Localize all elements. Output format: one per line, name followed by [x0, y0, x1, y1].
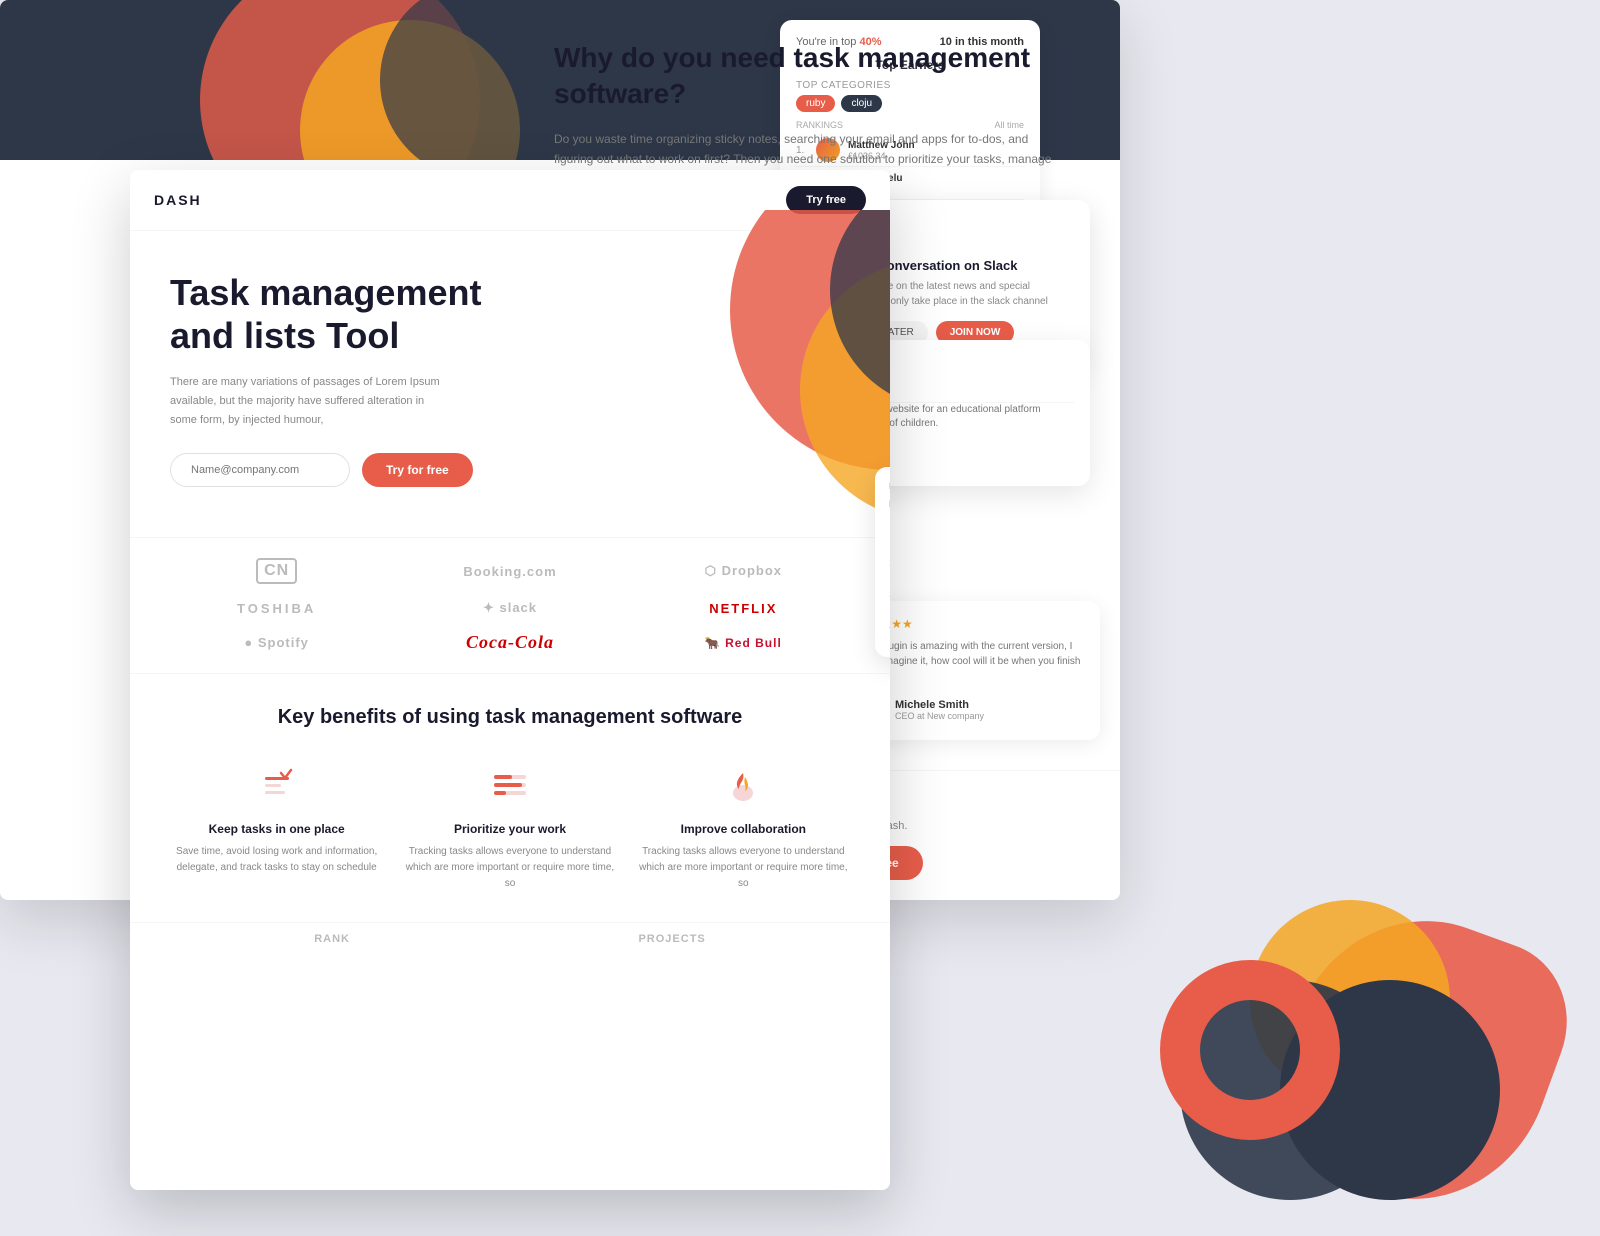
benefit-item-1: Keep tasks in one place Save time, avoid… — [170, 760, 383, 892]
logo-cocacola: Coca-Cola — [403, 632, 616, 653]
author-role-2: CEO at New company — [895, 711, 984, 721]
hero-title: Task management and lists Tool — [170, 271, 490, 357]
logo-toshiba: TOSHIBA — [170, 601, 383, 616]
benefit-icon-2 — [485, 760, 535, 810]
logos-grid: CN Booking.com ⬡ Dropbox TOSHIBA ✦ slack… — [170, 558, 850, 653]
rank-label: RANK — [314, 933, 350, 945]
author-name-2: Michele Smith — [895, 699, 984, 711]
floating-card-3: PROJ... RANK 1. 2. 3. — [875, 467, 890, 657]
bottom-hint: RANK PROJECTS — [130, 922, 890, 955]
front-navbar: DASH Try free — [130, 170, 890, 231]
benefit-item-3: Improve collaboration Tracking tasks all… — [637, 760, 850, 892]
testimonial-text-2: This plugin is amazing with the current … — [859, 639, 1084, 684]
benefit-title-3: Improve collaboration — [637, 822, 850, 836]
benefit-title-1: Keep tasks in one place — [170, 822, 383, 836]
benefits-grid: Keep tasks in one place Save time, avoid… — [170, 760, 850, 892]
logo-slack: ✦ slack — [403, 600, 616, 616]
nav-logo: DASH — [154, 192, 202, 208]
rank-item-1: 1. — [889, 515, 890, 547]
hero-try-button[interactable]: Try for free — [362, 453, 473, 487]
rank-item-3: 3. — [889, 579, 890, 611]
stars-2: ★★★★★ — [859, 617, 1084, 631]
benefit-desc-1: Save time, avoid losing work and informa… — [170, 844, 383, 876]
logo-cn: CN — [170, 558, 383, 584]
page-deco-circle-1 — [1160, 960, 1340, 1140]
hero-cta: Try for free — [170, 453, 850, 487]
hero-email-input[interactable] — [170, 453, 350, 487]
logo-booking: Booking.com — [403, 564, 616, 579]
benefit-icon-3 — [718, 760, 768, 810]
why-title: Why do you need task management software… — [554, 40, 1070, 113]
hero-description: There are many variations of passages of… — [170, 373, 450, 429]
nav-try-free-button[interactable]: Try free — [786, 186, 866, 214]
rank-item-2: 2. — [889, 547, 890, 579]
benefit-item-2: Prioritize your work Tracking tasks allo… — [403, 760, 616, 892]
logo-dropbox: ⬡ Dropbox — [637, 563, 850, 579]
checkmark-icon — [257, 765, 297, 805]
logo-redbull: 🐂 Red Bull — [637, 636, 850, 650]
benefit-desc-2: Tracking tasks allows everyone to unders… — [403, 844, 616, 892]
benefit-title-2: Prioritize your work — [403, 822, 616, 836]
benefit-icon-1 — [252, 760, 302, 810]
logo-netflix: NETFLIX — [637, 601, 850, 616]
benefit-desc-3: Tracking tasks allows everyone to unders… — [637, 844, 850, 892]
rank-item-4: 4. — [889, 611, 890, 643]
benefits-section: Key benefits of using task management so… — [130, 673, 890, 922]
front-window: DASH Try free Task management and lists … — [130, 170, 890, 1190]
logos-section: CN Booking.com ⬡ Dropbox TOSHIBA ✦ slack… — [130, 537, 890, 673]
list-icon — [490, 765, 530, 805]
hero-section: Task management and lists Tool There are… — [130, 231, 890, 537]
projects-label: PROJECTS — [638, 933, 705, 945]
flame-icon — [723, 765, 763, 805]
benefits-title: Key benefits of using task management so… — [170, 704, 850, 730]
author-2: Michele Smith CEO at New company — [859, 696, 1084, 724]
logo-spotify: ● Spotify — [170, 635, 383, 650]
